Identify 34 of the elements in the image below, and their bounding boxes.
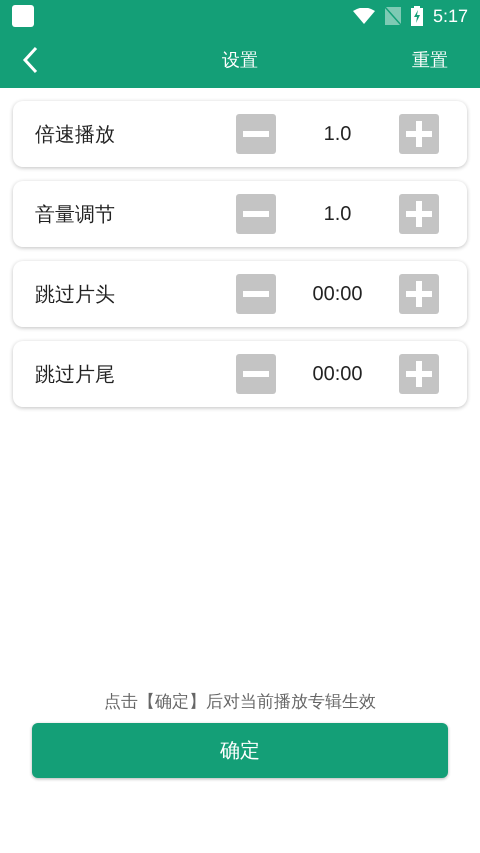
plus-button[interactable] [399,354,439,394]
reset-button[interactable]: 重置 [412,48,448,72]
minus-button[interactable] [236,354,276,394]
plus-button[interactable] [399,194,439,234]
minus-button[interactable] [236,194,276,234]
clock-time: 5:17 [432,6,468,26]
minus-icon [243,211,269,217]
confirm-button[interactable]: 确定 [32,723,448,778]
no-signal-icon [384,7,401,25]
minus-button[interactable] [236,114,276,154]
plus-icon [406,281,432,307]
setting-label: 跳过片头 [35,280,115,308]
plus-icon [406,121,432,147]
setting-label: 音量调节 [35,200,115,228]
notification-icon [12,5,34,27]
minus-button[interactable] [236,274,276,314]
plus-button[interactable] [399,114,439,154]
setting-value: 1.0 [322,122,352,146]
setting-value: 00:00 [311,282,364,306]
battery-charging-icon [410,6,423,26]
setting-label: 倍速播放 [35,120,115,148]
minus-icon [243,131,269,137]
setting-label: 跳过片尾 [35,360,115,388]
minus-icon [243,291,269,297]
page-title: 设置 [222,49,258,72]
setting-value: 1.0 [322,202,352,226]
setting-value: 00:00 [311,362,364,386]
plus-button[interactable] [399,274,439,314]
back-icon [22,46,38,74]
plus-icon [406,201,432,227]
plus-icon [406,361,432,387]
minus-icon [243,371,269,377]
hint-text: 点击【确定】后对当前播放专辑生效 [103,691,377,713]
wifi-icon [352,8,375,24]
